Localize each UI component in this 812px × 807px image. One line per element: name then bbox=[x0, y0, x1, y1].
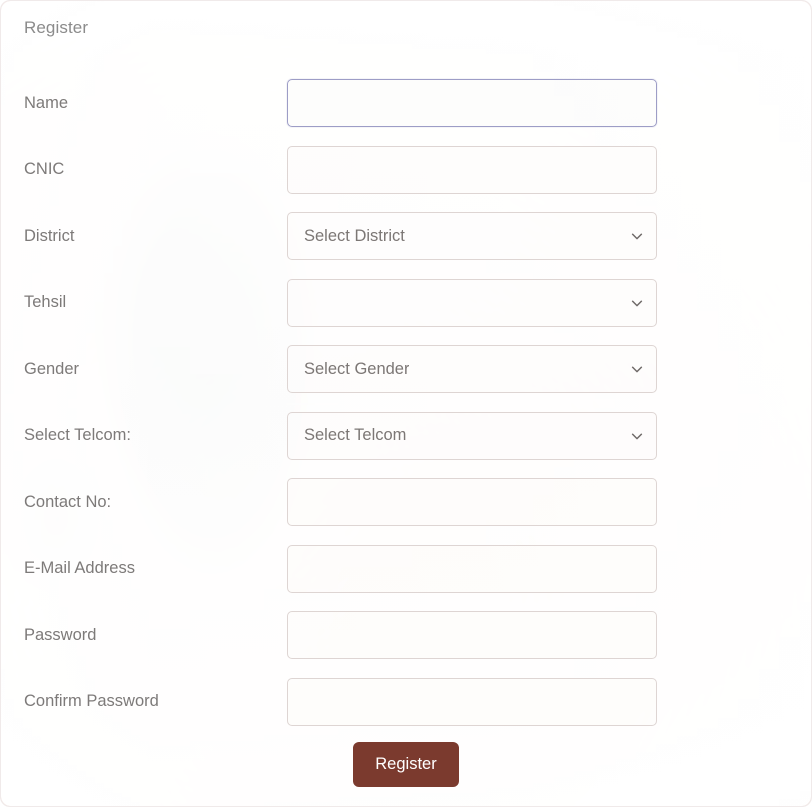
form-row-tehsil: Tehsil bbox=[1, 278, 811, 327]
select-tehsil[interactable] bbox=[287, 278, 657, 327]
field-label-e-mail-address: E-Mail Address bbox=[24, 559, 135, 577]
field-control-password bbox=[287, 611, 657, 659]
input-confirm-password[interactable] bbox=[287, 677, 657, 726]
input-password[interactable] bbox=[287, 611, 657, 659]
input-e-mail-address[interactable] bbox=[287, 544, 657, 593]
select-select-telcom[interactable]: Select Telcom bbox=[287, 411, 657, 460]
field-label-confirm-password: Confirm Password bbox=[24, 692, 159, 710]
form-row-gender: Gender Select Gender bbox=[1, 345, 811, 393]
form-row-cnic: CNIC bbox=[1, 145, 811, 194]
select-value-district: Select District bbox=[304, 226, 405, 245]
field-control-confirm-password bbox=[287, 677, 657, 726]
field-control-gender: Select Gender bbox=[287, 345, 657, 393]
chevron-down-icon bbox=[630, 362, 644, 376]
field-control-tehsil bbox=[287, 278, 657, 327]
submit-row: Register bbox=[1, 742, 811, 787]
form-row-password: Password bbox=[1, 611, 811, 659]
field-control-select-telcom: Select Telcom bbox=[287, 411, 657, 460]
input-contact-no[interactable] bbox=[287, 478, 657, 526]
form-row-district: District Select District bbox=[1, 212, 811, 260]
field-control-e-mail-address bbox=[287, 544, 657, 593]
form-row-select-telcom: Select Telcom: Select Telcom bbox=[1, 411, 811, 460]
register-form: Register Name CNIC District Select District… bbox=[1, 1, 811, 806]
field-label-tehsil: Tehsil bbox=[24, 293, 67, 311]
field-label-contact-no: Contact No: bbox=[24, 492, 112, 511]
form-row-name: Name bbox=[1, 79, 811, 127]
field-label-cnic: CNIC bbox=[24, 160, 65, 178]
form-row-e-mail-address: E-Mail Address bbox=[1, 544, 811, 593]
field-control-name bbox=[287, 79, 657, 127]
select-district[interactable]: Select District bbox=[287, 212, 657, 260]
field-control-district: Select District bbox=[287, 212, 657, 260]
select-value-gender: Select Gender bbox=[304, 359, 410, 378]
field-control-contact-no bbox=[287, 478, 657, 526]
field-label-select-telcom: Select Telcom: bbox=[24, 426, 131, 444]
select-gender[interactable]: Select Gender bbox=[287, 345, 657, 393]
form-row-confirm-password: Confirm Password bbox=[1, 677, 811, 726]
chevron-down-icon bbox=[630, 296, 644, 310]
select-value-select-telcom: Select Telcom bbox=[304, 426, 407, 444]
input-name[interactable] bbox=[287, 79, 657, 127]
field-label-password: Password bbox=[24, 625, 97, 644]
register-submit-button[interactable]: Register bbox=[353, 742, 459, 787]
page-title: Register bbox=[24, 18, 89, 37]
field-control-cnic bbox=[287, 145, 657, 194]
form-row-contact-no: Contact No: bbox=[1, 478, 811, 526]
chevron-down-icon bbox=[630, 429, 644, 443]
field-label-name: Name bbox=[24, 93, 69, 112]
field-label-district: District bbox=[24, 226, 75, 245]
chevron-down-icon bbox=[630, 229, 644, 243]
field-label-gender: Gender bbox=[24, 359, 80, 378]
register-card: Register Name CNIC District Select District… bbox=[0, 0, 812, 807]
input-cnic[interactable] bbox=[287, 145, 657, 194]
